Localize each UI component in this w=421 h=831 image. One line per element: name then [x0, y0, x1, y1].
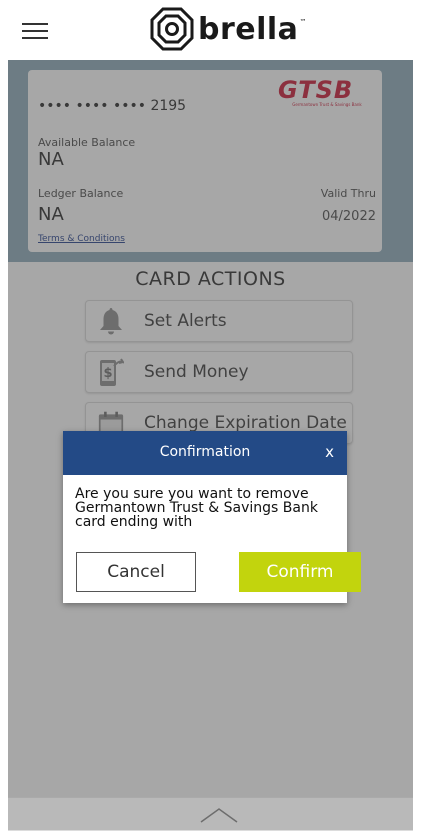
brella-logo-text: brella: [198, 11, 299, 47]
send-money-label: Send Money: [144, 362, 249, 382]
set-alerts-label: Set Alerts: [144, 311, 227, 331]
dialog-header: Confirmation x: [63, 431, 347, 475]
card-section: •••• •••• •••• 2195 GTSB Germantown Trus…: [8, 60, 413, 262]
dialog-message: Are you sure you want to remove Germanto…: [75, 486, 318, 530]
bell-icon: [98, 306, 124, 336]
send-money-button[interactable]: $ Send Money: [85, 351, 353, 393]
bank-logo: GTSB Germantown Trust & Savings Bank: [278, 78, 376, 118]
trademark-mark: ™: [299, 18, 307, 26]
available-balance-value: NA: [38, 149, 64, 170]
brella-octagon-icon: [150, 7, 194, 51]
ledger-balance-value: NA: [38, 204, 64, 225]
menu-icon[interactable]: [22, 23, 48, 40]
available-balance-label: Available Balance: [38, 136, 136, 149]
confirm-button[interactable]: Confirm: [239, 552, 361, 592]
cancel-button[interactable]: Cancel: [76, 552, 196, 592]
set-alerts-button[interactable]: Set Alerts: [85, 300, 353, 342]
card-actions-heading: CARD ACTIONS: [135, 268, 286, 290]
svg-text:$: $: [103, 366, 112, 381]
chevron-up-icon: [200, 808, 238, 823]
masked-card-number: •••• •••• •••• 2195: [38, 98, 187, 114]
dialog-title: Confirmation: [159, 444, 251, 460]
confirmation-dialog: Confirmation x Are you sure you want to …: [63, 431, 361, 603]
valid-thru-label: Valid Thru: [320, 187, 376, 200]
ledger-balance-label: Ledger Balance: [38, 187, 124, 200]
brella-logo: brella ™: [150, 5, 306, 53]
bottom-drawer-handle[interactable]: [8, 797, 413, 831]
bank-logo-text: GTSB: [278, 76, 354, 104]
card-panel: •••• •••• •••• 2195 GTSB Germantown Trus…: [28, 70, 382, 252]
app-header: brella ™: [0, 0, 421, 60]
send-money-icon: $: [98, 357, 124, 387]
valid-thru-value: 04/2022: [321, 209, 376, 224]
close-button[interactable]: x: [325, 443, 334, 461]
change-expiration-date-label: Change Expiration Date: [144, 413, 347, 433]
bank-logo-subtext: Germantown Trust & Savings Bank: [292, 102, 362, 107]
terms-conditions-link[interactable]: Terms & Conditions: [38, 234, 125, 244]
